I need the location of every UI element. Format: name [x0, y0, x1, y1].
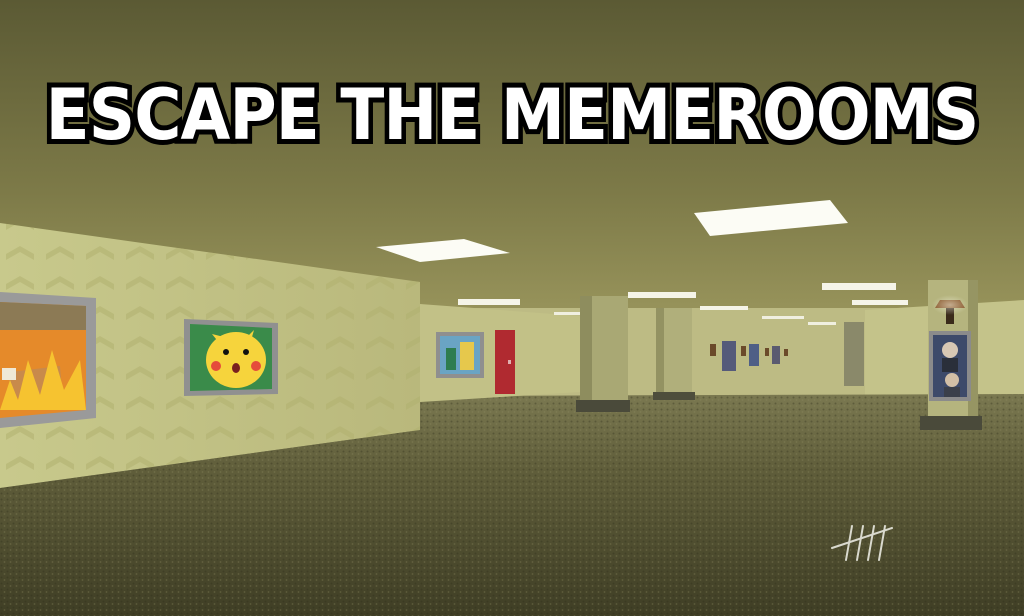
painting [772, 346, 780, 364]
pillar [844, 322, 864, 386]
ceiling-light [554, 312, 580, 315]
wall-sconce [784, 349, 788, 356]
red-door [495, 330, 515, 394]
painting [722, 341, 736, 371]
wall-sconce [765, 348, 769, 356]
ceiling-light [628, 292, 696, 298]
pillar [653, 308, 695, 400]
ceiling-light [808, 322, 836, 325]
ceiling-light [852, 300, 908, 305]
wall-sconce [741, 346, 746, 356]
game-viewport[interactable]: ESCAPE THE MEMEROOMS [0, 0, 1024, 616]
ceiling-light [458, 299, 520, 305]
surprised-pikachu-painting [184, 319, 278, 396]
ceiling-light [700, 306, 748, 310]
wall-sconce [710, 344, 716, 356]
pillar [576, 296, 630, 412]
ceiling-light [762, 316, 804, 319]
this-is-fine-meme-painting [0, 292, 96, 428]
game-title: ESCAPE THE MEMEROOMS [41, 74, 984, 156]
cartoon-scene-painting [436, 332, 484, 378]
painting [749, 344, 759, 366]
portrait-meme-painting [929, 331, 971, 401]
ceiling-light [822, 283, 896, 290]
